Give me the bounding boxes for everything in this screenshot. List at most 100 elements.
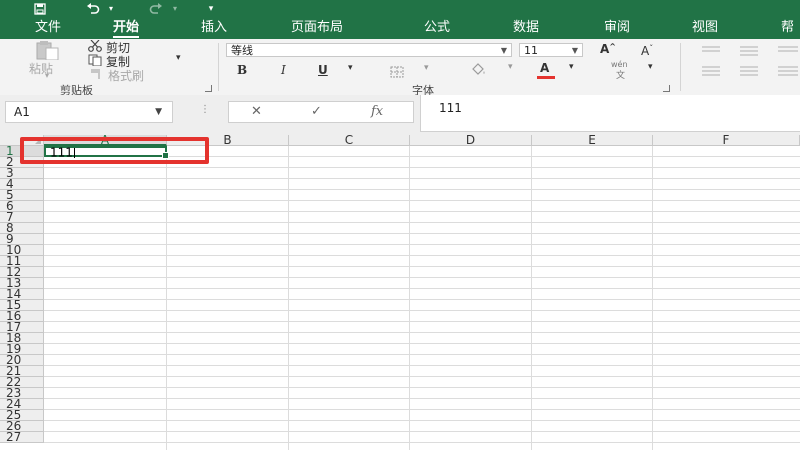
- redo-dropdown-icon[interactable]: ▾: [168, 0, 182, 17]
- title-bar: ▾ ▾ ▾: [0, 0, 800, 17]
- tab-page-layout[interactable]: 页面布局: [291, 17, 343, 39]
- brush-icon: [91, 69, 100, 79]
- row-gridline: [44, 398, 800, 399]
- underline-dropdown-icon[interactable]: ▾: [348, 63, 353, 73]
- cut-button[interactable]: 剪切: [88, 39, 168, 55]
- fill-color-dropdown-icon[interactable]: ▾: [508, 62, 513, 72]
- formula-input[interactable]: 111: [420, 95, 800, 132]
- font-color-swatch: [537, 76, 555, 79]
- row-gridline: [44, 442, 800, 443]
- font-launcher-icon[interactable]: [663, 85, 670, 92]
- paste-dropdown-icon[interactable]: ▾: [45, 71, 49, 80]
- row-gridline: [44, 211, 800, 212]
- font-name-dropdown-icon[interactable]: ▼: [501, 44, 507, 58]
- ribbon-separator: [218, 43, 219, 91]
- font-name-combo[interactable]: 等线 ▼: [226, 43, 512, 57]
- row-gridline: [44, 266, 800, 267]
- row-gridline: [44, 233, 800, 234]
- row-gridline: [44, 409, 800, 410]
- name-box[interactable]: A1 ▼: [5, 101, 173, 123]
- row-gridline: [44, 332, 800, 333]
- insert-function-icon[interactable]: fx: [371, 103, 383, 121]
- bold-button[interactable]: B: [237, 63, 247, 77]
- font-color-button[interactable]: A ▾: [537, 61, 583, 79]
- undo-dropdown-icon[interactable]: ▾: [104, 0, 118, 17]
- tab-help[interactable]: 帮: [781, 17, 794, 39]
- column-header-f[interactable]: F: [653, 134, 800, 146]
- tab-file[interactable]: 文件: [35, 17, 61, 39]
- row-gridline: [44, 354, 800, 355]
- cancel-icon[interactable]: ✕: [251, 103, 262, 121]
- save-icon[interactable]: [30, 0, 50, 17]
- row-gridline: [44, 365, 800, 366]
- formula-bar-grip-icon[interactable]: ⋮: [200, 104, 210, 115]
- phonetic-dropdown-icon[interactable]: ▾: [648, 62, 653, 72]
- row-gridline: [44, 376, 800, 377]
- column-gridline: [652, 146, 653, 450]
- row-gridline: [44, 321, 800, 322]
- increase-arrow-icon: ^: [609, 42, 616, 51]
- copy-icon: [88, 54, 102, 66]
- row-header-27[interactable]: 27: [0, 431, 44, 443]
- customize-qat-icon[interactable]: ▾: [204, 0, 218, 17]
- tab-home[interactable]: 开始: [113, 17, 140, 39]
- clipboard-launcher-icon[interactable]: [205, 85, 212, 92]
- font-size-dropdown-icon[interactable]: ▼: [572, 44, 578, 58]
- undo-icon[interactable]: [83, 0, 103, 17]
- font-color-dropdown-icon[interactable]: ▾: [569, 62, 574, 72]
- ribbon-separator: [680, 43, 681, 91]
- row-gridline: [44, 277, 800, 278]
- worksheet-grid[interactable]: ABCDEF 1 2 3 4 5 6 7 8 9 10 11 12 13 14 15 16 17 18 19 20 21…: [0, 134, 800, 450]
- tab-data[interactable]: 数据: [513, 17, 539, 39]
- row-gridline: [44, 244, 800, 245]
- column-header-c[interactable]: C: [289, 134, 410, 146]
- row-gridline: [44, 431, 800, 432]
- alignment-group: [700, 45, 800, 85]
- borders-button[interactable]: ▾: [390, 63, 430, 78]
- column-header-e[interactable]: E: [532, 134, 653, 146]
- copy-dropdown-icon[interactable]: ▾: [176, 53, 181, 63]
- column-gridline: [288, 146, 289, 450]
- border-icon: [390, 66, 404, 78]
- column-gridline: [166, 146, 167, 450]
- ribbon: 粘贴 ▾ 剪切 复制 ▾ 格式刷 剪贴板 等线 ▼ 11 ▼ A^ Aˇ B I…: [0, 39, 800, 97]
- font-size-combo[interactable]: 11 ▼: [519, 43, 583, 57]
- paste-icon: [36, 41, 59, 60]
- alignment-icons: [702, 46, 798, 76]
- column-header-d[interactable]: D: [410, 134, 532, 146]
- italic-button[interactable]: I: [281, 63, 286, 77]
- formula-buttons: ✕ ✓ fx: [228, 101, 414, 123]
- tab-formulas[interactable]: 公式: [424, 17, 450, 39]
- formula-bar: A1 ▼ ⋮ ✕ ✓ fx 111: [0, 95, 800, 135]
- format-painter-button[interactable]: 格式刷: [88, 67, 178, 83]
- row-gridline: [44, 255, 800, 256]
- annotation-highlight-box: [20, 137, 209, 164]
- increase-font-size-button[interactable]: A^: [600, 42, 616, 56]
- row-gridline: [44, 200, 800, 201]
- decrease-font-size-button[interactable]: Aˇ: [641, 44, 653, 58]
- tab-review[interactable]: 审阅: [604, 17, 630, 39]
- scissors-icon: [88, 40, 102, 52]
- row-gridline: [44, 343, 800, 344]
- row-gridline: [44, 178, 800, 179]
- tab-insert[interactable]: 插入: [201, 17, 227, 39]
- ribbon-tabs: 文件 开始 插入 页面布局 公式 数据 审阅 视图 帮: [0, 17, 800, 39]
- row-gridline: [44, 420, 800, 421]
- row-gridline: [44, 387, 800, 388]
- paint-bucket-icon: [472, 63, 485, 75]
- borders-dropdown-icon[interactable]: ▾: [424, 63, 429, 73]
- redo-icon[interactable]: [146, 0, 166, 17]
- row-gridline: [44, 222, 800, 223]
- enter-icon[interactable]: ✓: [311, 103, 322, 121]
- paste-button[interactable]: 粘贴 ▾: [25, 40, 73, 80]
- phonetic-guide-button[interactable]: wén 文 ▾: [608, 60, 658, 81]
- fill-color-button[interactable]: ▾: [470, 62, 516, 78]
- tab-view[interactable]: 视图: [692, 17, 718, 39]
- name-box-dropdown-icon[interactable]: ▼: [155, 102, 162, 122]
- column-gridline: [531, 146, 532, 450]
- row-gridline: [44, 189, 800, 190]
- copy-button[interactable]: 复制 ▾: [88, 53, 188, 69]
- underline-button[interactable]: U: [318, 63, 328, 77]
- row-gridline: [44, 288, 800, 289]
- phonetic-char-icon: 文: [616, 71, 626, 81]
